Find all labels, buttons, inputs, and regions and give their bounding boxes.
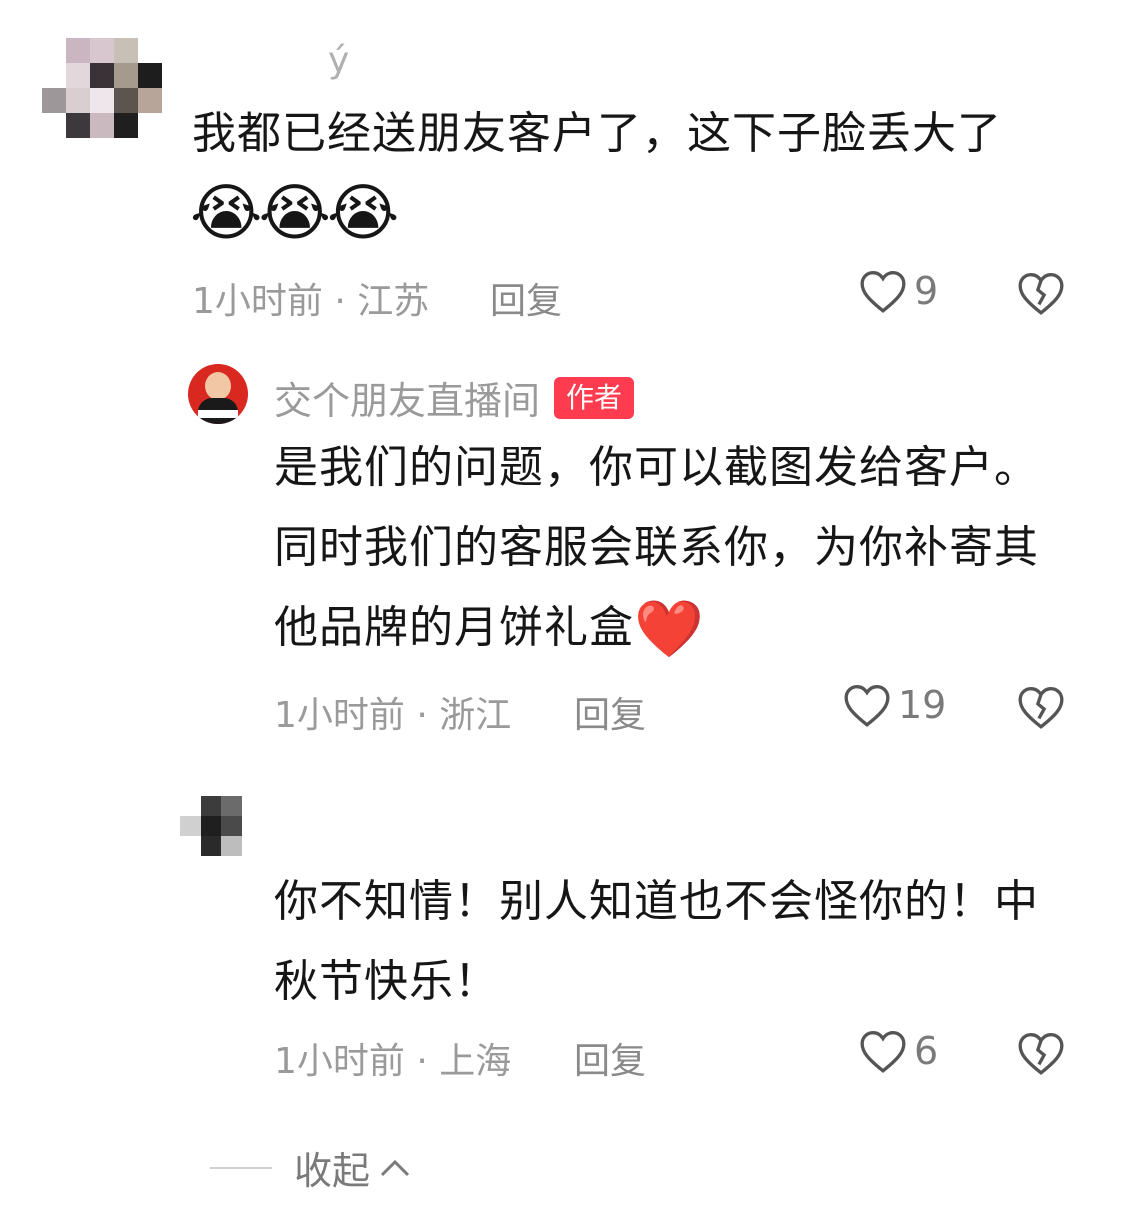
comment-region: 江苏 bbox=[357, 281, 430, 322]
like-count: 19 bbox=[898, 683, 947, 727]
heart-outline-icon bbox=[860, 1030, 906, 1073]
avatar[interactable] bbox=[42, 38, 162, 138]
like-button[interactable]: 9 bbox=[858, 268, 938, 314]
avatar[interactable] bbox=[180, 796, 242, 856]
meta-dot: · bbox=[416, 695, 440, 736]
like-button[interactable]: 19 bbox=[842, 682, 946, 728]
crying-emoji: 😭😭😭 bbox=[190, 176, 399, 249]
reply-text: 是我们的问题，你可以截图发给客户。 同时我们的客服会联系你，为你补寄其 他品牌的… bbox=[274, 428, 1039, 670]
author-avatar[interactable] bbox=[188, 364, 248, 424]
reply-text-line: 是我们的问题，你可以截图发给客户。 bbox=[274, 442, 1039, 493]
author-badge: 作者 bbox=[554, 376, 635, 419]
avatar-banner bbox=[198, 410, 238, 418]
broken-heart-icon bbox=[1018, 1032, 1064, 1075]
collapse-divider bbox=[210, 1166, 272, 1169]
comment-meta: 1小时前 · 江苏 bbox=[192, 272, 429, 324]
reply-text-line: 秋节快乐！ bbox=[274, 956, 499, 1007]
dislike-button[interactable] bbox=[1016, 1030, 1066, 1080]
heart-outline-icon bbox=[844, 684, 890, 727]
reply-text-line: 他品牌的月饼礼盒❤️ bbox=[274, 588, 1039, 670]
reply-text-line-3: 他品牌的月饼礼盒 bbox=[274, 602, 634, 653]
reply-time: 1小时前 bbox=[274, 695, 405, 736]
reply-meta: 1小时前 · 上海 bbox=[274, 1032, 511, 1084]
reply-text: 你不知情！别人知道也不会怪你的！中 秋节快乐！ bbox=[274, 862, 1039, 1022]
reply-button[interactable]: 回复 bbox=[574, 686, 646, 738]
heart-outline-icon bbox=[860, 270, 906, 313]
comment-text: 我都已经送朋友客户了，这下子脸丢大了 bbox=[192, 108, 1002, 159]
broken-heart-icon bbox=[1018, 686, 1064, 729]
dislike-button[interactable] bbox=[1016, 684, 1066, 734]
reply-meta: 1小时前 · 浙江 bbox=[274, 686, 511, 738]
like-count: 9 bbox=[914, 269, 939, 313]
comment-time: 1小时前 bbox=[192, 281, 323, 322]
author-header: 交个朋友直播间 作者 bbox=[274, 370, 635, 425]
collapse-label: 收起 bbox=[294, 1149, 371, 1193]
author-username[interactable]: 交个朋友直播间 bbox=[274, 370, 540, 425]
reply-region: 上海 bbox=[439, 1041, 512, 1082]
username-fragment[interactable]: ý bbox=[328, 40, 349, 81]
heart-emoji: ❤️ bbox=[634, 597, 705, 662]
like-count: 6 bbox=[914, 1029, 939, 1073]
reply-region: 浙江 bbox=[439, 695, 512, 736]
dislike-button[interactable] bbox=[1016, 270, 1066, 320]
like-button[interactable]: 6 bbox=[858, 1028, 938, 1074]
reply-button[interactable]: 回复 bbox=[490, 272, 562, 324]
reply-time: 1小时前 bbox=[274, 1041, 405, 1082]
meta-dot: · bbox=[334, 281, 358, 322]
reply-text-line: 你不知情！别人知道也不会怪你的！中 bbox=[274, 876, 1039, 927]
meta-dot: · bbox=[416, 1041, 440, 1082]
reply-text-line: 同时我们的客服会联系你，为你补寄其 bbox=[274, 522, 1039, 573]
collapse-button[interactable]: 收起 bbox=[210, 1140, 412, 1195]
avatar-face bbox=[205, 372, 231, 400]
reply-button[interactable]: 回复 bbox=[574, 1032, 646, 1084]
broken-heart-icon bbox=[1018, 272, 1064, 315]
chevron-up-icon bbox=[380, 1159, 410, 1176]
